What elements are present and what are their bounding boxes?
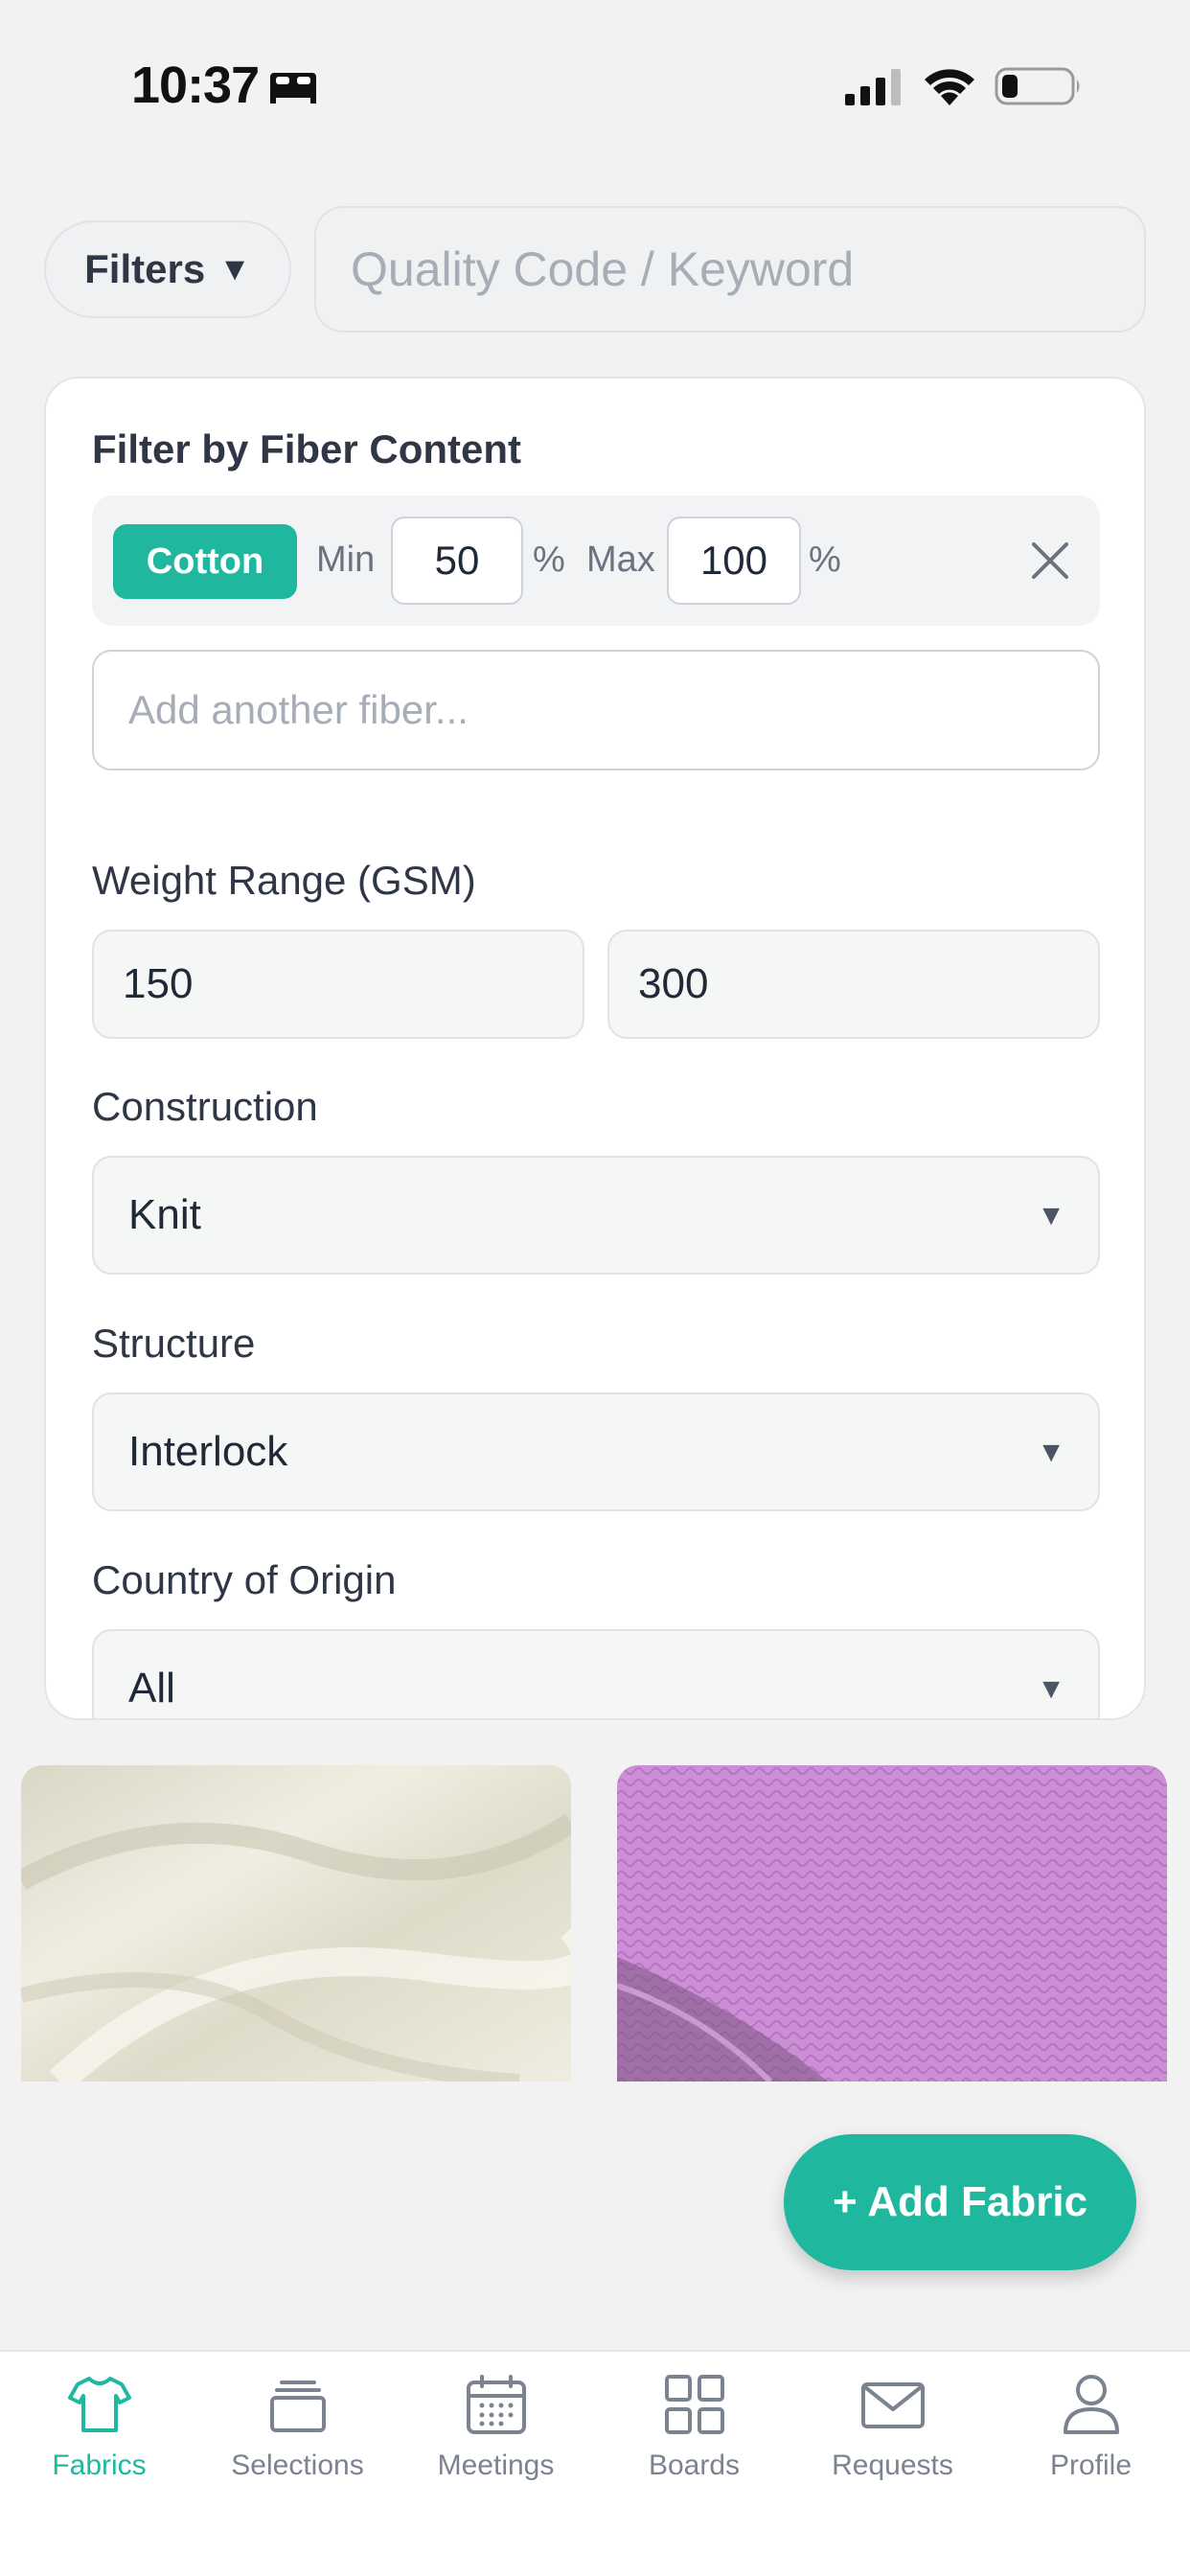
chevron-down-icon: ▼: [1037, 1200, 1065, 1231]
fiber-max-input[interactable]: 100: [667, 517, 801, 605]
tshirt-icon: [67, 2377, 131, 2432]
structure-select[interactable]: Interlock ▼: [92, 1392, 1100, 1511]
fabric-card-purple[interactable]: [617, 1765, 1167, 2082]
add-fiber-input[interactable]: Add another fiber...: [92, 650, 1100, 770]
max-unit: %: [809, 540, 841, 580]
fabric-image: [617, 1765, 1167, 2082]
tab-label: Boards: [648, 2450, 741, 2481]
search-placeholder: Quality Code / Keyword: [351, 242, 855, 296]
tab-label: Requests: [832, 2450, 953, 2481]
chevron-down-icon: ▼: [1037, 1437, 1065, 1468]
max-label: Max: [586, 540, 655, 580]
search-input[interactable]: Quality Code / Keyword: [314, 206, 1146, 333]
country-label: Country of Origin: [92, 1557, 397, 1602]
signal-icon: [845, 69, 901, 105]
fiber-min-input[interactable]: 50: [391, 517, 523, 605]
tab-label: Fabrics: [52, 2450, 147, 2481]
status-bar: 10:37: [0, 0, 1190, 172]
min-label: Min: [316, 540, 376, 580]
grid-icon: [664, 2375, 724, 2434]
tab-meetings[interactable]: Meetings: [397, 2371, 595, 2496]
tab-label: Profile: [1049, 2450, 1133, 2481]
filters-label: Filters: [84, 246, 206, 291]
fiber-chip[interactable]: Cotton: [113, 524, 297, 599]
close-icon[interactable]: [1029, 540, 1071, 582]
construction-label: Construction: [92, 1084, 318, 1129]
tab-requests[interactable]: Requests: [793, 2371, 992, 2496]
fiber-filter-title: Filter by Fiber Content: [92, 426, 522, 472]
filters-button[interactable]: Filters ▼: [44, 220, 291, 318]
country-select[interactable]: All ▼: [92, 1629, 1100, 1718]
stack-icon: [269, 2380, 326, 2432]
add-fabric-button[interactable]: + Add Fabric: [784, 2134, 1136, 2270]
filter-panel: Filter by Fiber Content Cotton Min 50 % …: [44, 377, 1146, 1720]
tab-fabrics[interactable]: Fabrics: [0, 2371, 198, 2496]
tab-boards[interactable]: Boards: [595, 2371, 793, 2496]
structure-value: Interlock: [128, 1428, 288, 1475]
mail-icon: [860, 2382, 925, 2428]
chevron-down-icon: ▼: [218, 250, 251, 288]
user-icon: [1063, 2375, 1119, 2434]
sleep-icon: [270, 73, 316, 104]
structure-label: Structure: [92, 1321, 256, 1366]
weight-max-input[interactable]: 300: [607, 930, 1100, 1039]
tab-bar: Fabrics Selections Meetings Boards Reque…: [0, 2350, 1190, 2576]
fiber-filter-row: Cotton Min 50 % Max 100 %: [92, 495, 1100, 626]
calendar-icon: [466, 2375, 526, 2434]
add-fiber-placeholder: Add another fiber...: [128, 687, 469, 732]
status-time: 10:37: [131, 57, 260, 114]
weight-min-input[interactable]: 150: [92, 930, 584, 1039]
chevron-down-icon: ▼: [1037, 1673, 1065, 1705]
battery-icon: [995, 67, 1080, 105]
tab-selections[interactable]: Selections: [198, 2371, 397, 2496]
tab-profile[interactable]: Profile: [992, 2371, 1190, 2496]
construction-value: Knit: [128, 1191, 201, 1238]
min-unit: %: [533, 540, 565, 580]
construction-select[interactable]: Knit ▼: [92, 1156, 1100, 1275]
fabric-card-cream[interactable]: [21, 1765, 571, 2082]
tab-label: Meetings: [437, 2450, 555, 2481]
tab-label: Selections: [231, 2450, 364, 2481]
country-value: All: [128, 1665, 175, 1712]
weight-range-label: Weight Range (GSM): [92, 858, 476, 903]
wifi-icon: [925, 69, 974, 105]
fabric-image: [21, 1765, 571, 2082]
